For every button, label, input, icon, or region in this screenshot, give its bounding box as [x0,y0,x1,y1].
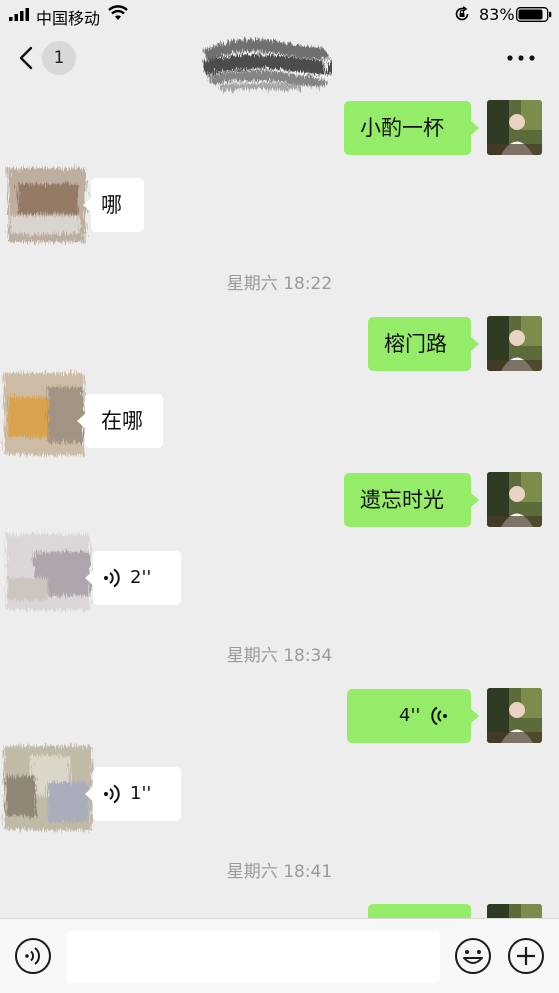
message-text: 榕门路 [384,332,447,356]
battery-percent: 83% [479,5,515,24]
voice-wave-icon [431,706,447,726]
status-bar: 中国移动 83% [0,0,559,30]
contact-avatar[interactable] [0,736,98,841]
voice-message-sent[interactable]: 4'' [347,689,479,743]
message-text: 在哪 [101,409,143,433]
message-text: 小酌一杯 [360,116,444,140]
my-avatar[interactable] [487,100,542,155]
nav-bar: 1 [0,30,559,91]
message-input[interactable] [66,931,440,983]
back-chevron-icon [19,46,33,70]
back-button[interactable]: 1 [18,41,78,75]
my-avatar[interactable] [487,904,542,918]
timestamp: 星期六 18:22 [226,274,333,294]
voice-message-received[interactable]: 1'' [85,767,181,821]
voice-wave-icon [104,784,120,804]
battery-icon [516,7,552,22]
message-text: 遗忘时光 [360,488,444,512]
voice-duration: 1'' [130,783,152,804]
voice-message-received[interactable]: 2'' [85,551,181,605]
more-icon[interactable] [506,50,536,66]
unread-count-badge: 1 [42,41,76,75]
contact-avatar[interactable] [0,154,95,264]
rotation-lock-icon [455,6,469,21]
timestamp: 星期六 18:34 [226,646,333,666]
wifi-icon [108,5,128,20]
message-bubble-sent[interactable]: 遗忘时光 [344,473,479,527]
message-bubble-sent[interactable] [368,904,471,918]
message-text: 哪 [101,193,122,217]
message-bubble-sent[interactable]: 榕门路 [368,317,479,371]
voice-duration: 4'' [399,705,421,726]
voice-wave-icon [104,568,120,588]
my-avatar[interactable] [487,688,542,743]
my-avatar[interactable] [487,472,542,527]
timestamp: 星期六 18:41 [226,862,333,882]
plus-icon[interactable] [507,937,545,975]
my-avatar[interactable] [487,316,542,371]
voice-duration: 2'' [130,567,152,588]
carrier-name: 中国移动 [36,9,101,28]
contact-avatar[interactable] [0,518,96,622]
message-bubble-received[interactable]: 哪 [83,178,144,232]
voice-input-icon[interactable] [14,937,52,975]
signal-icon [9,8,29,21]
chat-area[interactable]: 小酌一杯 哪 星期六 18:22 榕门路 在哪 遗忘时光 2'' 星期六 18:… [0,86,559,918]
emoji-icon[interactable] [454,937,492,975]
message-bubble-sent[interactable]: 小酌一杯 [344,101,479,155]
message-bubble-received[interactable]: 在哪 [77,394,163,448]
input-bar [0,918,559,993]
